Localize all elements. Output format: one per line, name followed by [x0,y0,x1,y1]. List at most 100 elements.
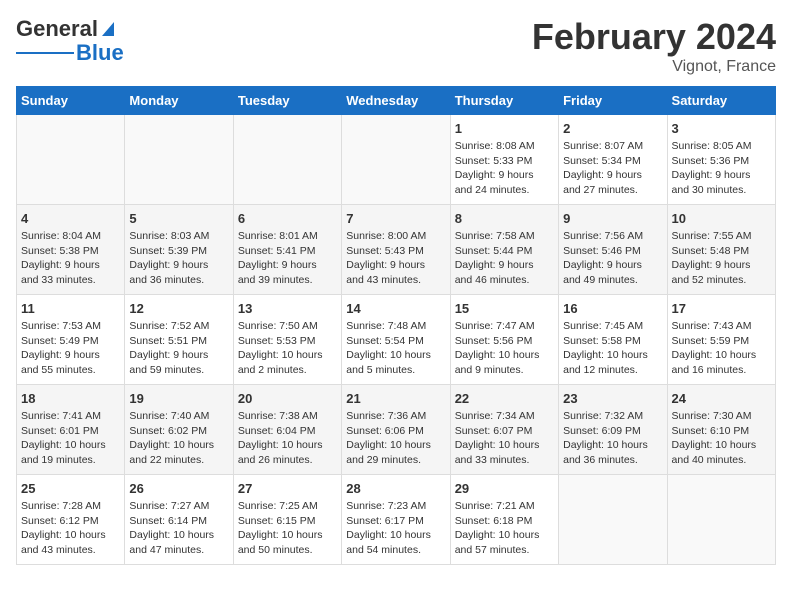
day-number: 23 [563,391,662,406]
day-info: Sunrise: 8:01 AM Sunset: 5:41 PM Dayligh… [238,229,337,288]
day-number: 18 [21,391,120,406]
weekday-header: Tuesday [233,87,341,115]
day-info: Sunrise: 7:28 AM Sunset: 6:12 PM Dayligh… [21,499,120,558]
day-info: Sunrise: 7:25 AM Sunset: 6:15 PM Dayligh… [238,499,337,558]
calendar-table: SundayMondayTuesdayWednesdayThursdayFrid… [16,86,776,565]
day-number: 5 [129,211,228,226]
day-info: Sunrise: 7:55 AM Sunset: 5:48 PM Dayligh… [672,229,771,288]
weekday-header: Monday [125,87,233,115]
day-number: 22 [455,391,554,406]
day-number: 1 [455,121,554,136]
day-info: Sunrise: 7:56 AM Sunset: 5:46 PM Dayligh… [563,229,662,288]
calendar-cell [233,115,341,205]
calendar-cell: 13Sunrise: 7:50 AM Sunset: 5:53 PM Dayli… [233,295,341,385]
weekday-header: Saturday [667,87,775,115]
day-info: Sunrise: 7:47 AM Sunset: 5:56 PM Dayligh… [455,319,554,378]
day-number: 15 [455,301,554,316]
calendar-week-row: 1 Sunrise: 8:08 AM Sunset: 5:33 PM Daylig… [17,115,776,205]
calendar-cell: 15 Sunrise: 7:47 AM Sunset: 5:56 PM Dayli… [450,295,558,385]
day-info: Sunrise: 7:41 AM Sunset: 6:01 PM Dayligh… [21,409,120,468]
calendar-cell: 20Sunrise: 7:38 AM Sunset: 6:04 PM Dayli… [233,385,341,475]
calendar-week-row: 25Sunrise: 7:28 AM Sunset: 6:12 PM Dayli… [17,475,776,565]
calendar-cell: 7Sunrise: 8:00 AM Sunset: 5:43 PM Daylig… [342,205,450,295]
weekday-header: Friday [559,87,667,115]
calendar-week-row: 11 Sunrise: 7:53 AM Sunset: 5:49 PM Dayli… [17,295,776,385]
calendar-cell: 26Sunrise: 7:27 AM Sunset: 6:14 PM Dayli… [125,475,233,565]
calendar-cell: 12 Sunrise: 7:52 AM Sunset: 5:51 PM Dayli… [125,295,233,385]
day-number: 21 [346,391,445,406]
weekday-header: Sunday [17,87,125,115]
header: General Blue February 2024 Vignot, Franc… [16,16,776,76]
calendar-cell: 23 Sunrise: 7:32 AM Sunset: 6:09 PM Dayli… [559,385,667,475]
calendar-cell: 17 Sunrise: 7:43 AM Sunset: 5:59 PM Dayli… [667,295,775,385]
day-info: Sunrise: 7:30 AM Sunset: 6:10 PM Dayligh… [672,409,771,468]
day-info: Sunrise: 7:43 AM Sunset: 5:59 PM Dayligh… [672,319,771,378]
day-number: 19 [129,391,228,406]
day-info: Sunrise: 8:08 AM Sunset: 5:33 PM Dayligh… [455,139,554,198]
day-number: 10 [672,211,771,226]
weekday-header: Wednesday [342,87,450,115]
day-info: Sunrise: 7:48 AM Sunset: 5:54 PM Dayligh… [346,319,445,378]
day-info: Sunrise: 8:03 AM Sunset: 5:39 PM Dayligh… [129,229,228,288]
calendar-cell: 25Sunrise: 7:28 AM Sunset: 6:12 PM Dayli… [17,475,125,565]
day-info: Sunrise: 8:05 AM Sunset: 5:36 PM Dayligh… [672,139,771,198]
day-number: 24 [672,391,771,406]
logo-blue-text: Blue [76,40,124,66]
calendar-cell: 21 Sunrise: 7:36 AM Sunset: 6:06 PM Dayli… [342,385,450,475]
day-number: 17 [672,301,771,316]
day-number: 12 [129,301,228,316]
day-number: 16 [563,301,662,316]
calendar-cell [342,115,450,205]
day-number: 27 [238,481,337,496]
weekday-header: Thursday [450,87,558,115]
day-info: Sunrise: 7:36 AM Sunset: 6:06 PM Dayligh… [346,409,445,468]
day-number: 13 [238,301,337,316]
calendar-cell: 18 Sunrise: 7:41 AM Sunset: 6:01 PM Dayli… [17,385,125,475]
month-title: February 2024 [532,16,776,58]
day-info: Sunrise: 7:34 AM Sunset: 6:07 PM Dayligh… [455,409,554,468]
day-number: 28 [346,481,445,496]
day-info: Sunrise: 7:53 AM Sunset: 5:49 PM Dayligh… [21,319,120,378]
day-info: Sunrise: 7:58 AM Sunset: 5:44 PM Dayligh… [455,229,554,288]
calendar-cell: 9 Sunrise: 7:56 AM Sunset: 5:46 PM Daylig… [559,205,667,295]
day-info: Sunrise: 7:40 AM Sunset: 6:02 PM Dayligh… [129,409,228,468]
calendar-cell: 28 Sunrise: 7:23 AM Sunset: 6:17 PM Dayli… [342,475,450,565]
calendar-cell [125,115,233,205]
calendar-cell: 3 Sunrise: 8:05 AM Sunset: 5:36 PM Daylig… [667,115,775,205]
calendar-cell: 4 Sunrise: 8:04 AM Sunset: 5:38 PM Daylig… [17,205,125,295]
calendar-cell: 22 Sunrise: 7:34 AM Sunset: 6:07 PM Dayli… [450,385,558,475]
calendar-cell: 14 Sunrise: 7:48 AM Sunset: 5:54 PM Dayli… [342,295,450,385]
calendar-week-row: 4 Sunrise: 8:04 AM Sunset: 5:38 PM Daylig… [17,205,776,295]
day-number: 2 [563,121,662,136]
title-section: February 2024 Vignot, France [532,16,776,76]
calendar-cell [17,115,125,205]
calendar-cell: 27 Sunrise: 7:25 AM Sunset: 6:15 PM Dayli… [233,475,341,565]
day-info: Sunrise: 7:23 AM Sunset: 6:17 PM Dayligh… [346,499,445,558]
day-number: 11 [21,301,120,316]
day-number: 9 [563,211,662,226]
day-number: 14 [346,301,445,316]
calendar-cell: 5 Sunrise: 8:03 AM Sunset: 5:39 PM Daylig… [125,205,233,295]
calendar-cell: 29Sunrise: 7:21 AM Sunset: 6:18 PM Dayli… [450,475,558,565]
day-number: 8 [455,211,554,226]
day-info: Sunrise: 7:45 AM Sunset: 5:58 PM Dayligh… [563,319,662,378]
calendar-cell: 16 Sunrise: 7:45 AM Sunset: 5:58 PM Dayli… [559,295,667,385]
calendar-cell: 19 Sunrise: 7:40 AM Sunset: 6:02 PM Dayli… [125,385,233,475]
calendar-cell: 11 Sunrise: 7:53 AM Sunset: 5:49 PM Dayli… [17,295,125,385]
day-info: Sunrise: 7:32 AM Sunset: 6:09 PM Dayligh… [563,409,662,468]
logo-general-text: General [16,16,98,42]
calendar-cell [559,475,667,565]
logo: General Blue [16,16,124,66]
calendar-cell: 2Sunrise: 8:07 AM Sunset: 5:34 PM Daylig… [559,115,667,205]
calendar-cell: 8 Sunrise: 7:58 AM Sunset: 5:44 PM Daylig… [450,205,558,295]
location: Vignot, France [532,58,776,76]
day-info: Sunrise: 7:52 AM Sunset: 5:51 PM Dayligh… [129,319,228,378]
day-number: 4 [21,211,120,226]
day-info: Sunrise: 8:04 AM Sunset: 5:38 PM Dayligh… [21,229,120,288]
day-number: 7 [346,211,445,226]
day-number: 20 [238,391,337,406]
calendar-cell [667,475,775,565]
calendar-week-row: 18 Sunrise: 7:41 AM Sunset: 6:01 PM Dayli… [17,385,776,475]
day-number: 6 [238,211,337,226]
day-number: 3 [672,121,771,136]
